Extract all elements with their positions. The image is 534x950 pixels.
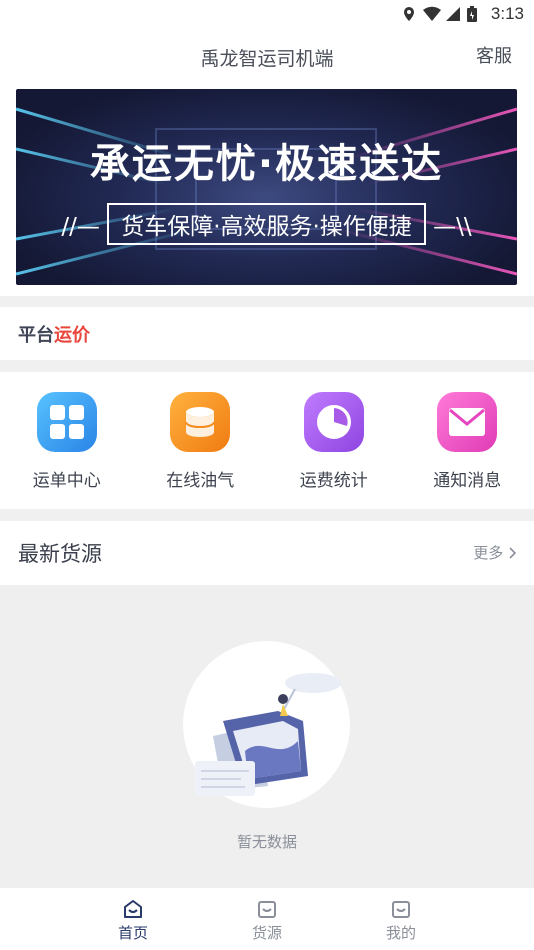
tab-profile[interactable]: 我的 (334, 888, 468, 950)
grid-item-notifications[interactable]: 通知消息 (401, 372, 534, 509)
tab-cargo[interactable]: 货源 (200, 888, 334, 950)
home-icon (124, 900, 142, 918)
bottom-tab-bar: 首页 货源 我的 (0, 888, 534, 950)
tab-label: 货源 (251, 924, 282, 942)
banner-subtitle: 货车保障·高效服务·操作便捷 (107, 203, 426, 245)
grid-label: 通知消息 (433, 471, 502, 491)
platform-price-label-a: 平台 (18, 324, 54, 346)
tab-label: 首页 (117, 924, 148, 942)
oil-barrel-icon (170, 392, 231, 452)
banner-headline: 承运无忧·极速送达 (89, 141, 444, 187)
cargo-icon (258, 901, 276, 918)
page-title: 禹龙智运司机端 (200, 47, 334, 70)
envelope-icon (437, 392, 498, 452)
grid-label: 在线油气 (166, 471, 235, 491)
banner-section: 承运无忧·极速送达 //— 货车保障·高效服务·操作便捷 —\\ (0, 86, 534, 296)
chevron-right-icon (508, 544, 518, 562)
folder-empty-illustration (183, 641, 350, 808)
platform-price-section[interactable]: 平台 运价 (0, 307, 534, 360)
more-link[interactable]: 更多 (473, 521, 518, 585)
platform-price-label-b: 运价 (54, 324, 90, 346)
grid-item-waybill-center[interactable]: 运单中心 (0, 372, 134, 509)
customer-service-button[interactable]: 客服 (476, 28, 512, 86)
empty-state: 暂无数据 (0, 585, 534, 888)
tab-label: 我的 (385, 924, 416, 942)
status-bar: 3:13 (0, 0, 534, 28)
profile-icon (392, 901, 410, 918)
battery-icon (466, 6, 483, 22)
tab-home[interactable]: 首页 (66, 888, 200, 950)
banner[interactable]: 承运无忧·极速送达 //— 货车保障·高效服务·操作便捷 —\\ (16, 89, 517, 285)
feature-grid: 运单中心 在线油气 运费统计 通知消息 (0, 372, 534, 509)
signal-icon (445, 6, 461, 22)
latest-cargo-header: 最新货源 更多 (0, 521, 534, 585)
pie-chart-icon (303, 392, 364, 452)
wifi-icon (422, 6, 441, 22)
grid-label: 运费统计 (299, 471, 368, 491)
more-label: 更多 (473, 544, 504, 562)
latest-cargo-title: 最新货源 (18, 542, 102, 566)
location-icon (401, 6, 417, 22)
banner-sub-deco-right: —\\ (433, 214, 472, 240)
status-time: 3:13 (490, 4, 524, 23)
empty-text: 暂无数据 (236, 833, 297, 851)
grid-item-freight-stats[interactable]: 运费统计 (267, 372, 401, 509)
grid-four-icon (36, 392, 97, 452)
grid-item-online-oil-gas[interactable]: 在线油气 (134, 372, 268, 509)
nav-bar: 禹龙智运司机端 客服 (0, 28, 534, 86)
banner-sub-deco-left: //— (61, 214, 100, 240)
grid-label: 运单中心 (32, 471, 101, 491)
banner-subtitle-row: //— 货车保障·高效服务·操作便捷 —\\ (16, 203, 517, 245)
